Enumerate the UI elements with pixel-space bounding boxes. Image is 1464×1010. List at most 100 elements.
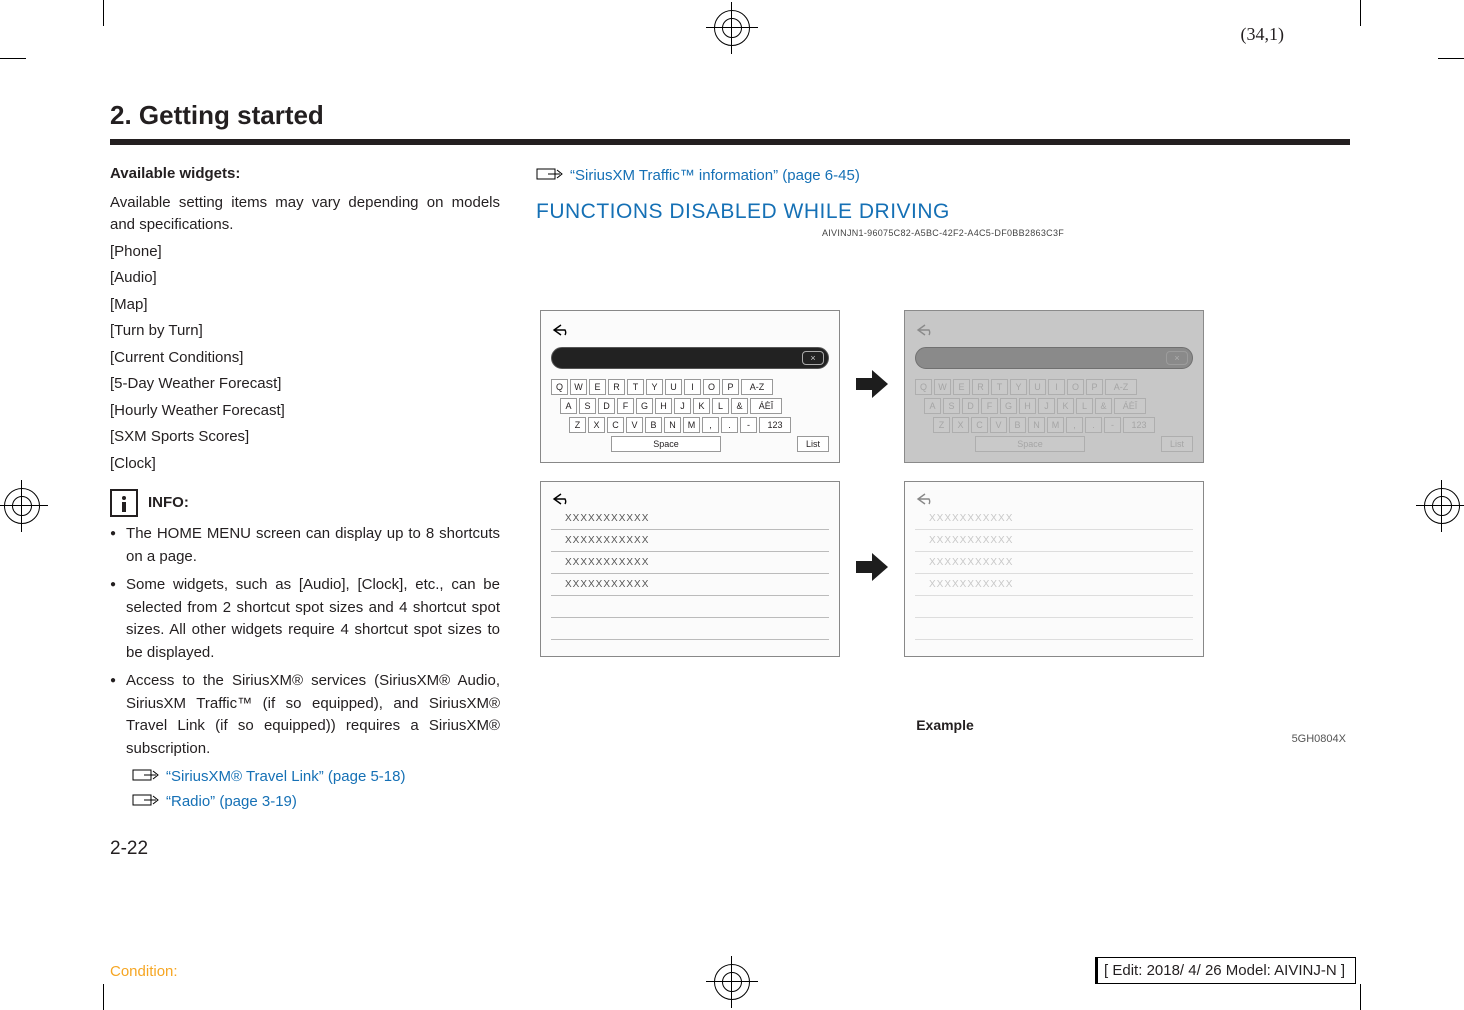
key: Z: [933, 417, 950, 433]
bullet-item: The HOME MENU screen can display up to 8…: [126, 523, 500, 568]
key: F: [617, 398, 634, 414]
key: I: [1048, 379, 1065, 395]
clear-icon: ×: [802, 351, 824, 365]
arrow-right-icon: [854, 368, 890, 405]
page-body: 2. Getting started Available widgets: Av…: [110, 100, 1350, 860]
key: A-Z: [1105, 379, 1137, 395]
body-text: Available setting items may vary dependi…: [110, 192, 500, 237]
key: H: [655, 398, 672, 414]
list-panel-enabled: XXXXXXXXXXX XXXXXXXXXXX XXXXXXXXXXX XXXX…: [540, 481, 840, 657]
key: S: [579, 398, 596, 414]
list-row: .: [915, 596, 1193, 618]
key: C: [607, 417, 624, 433]
list-item: [5-Day Weather Forecast]: [110, 373, 500, 396]
crop-mark: [1438, 58, 1464, 59]
xref-link: “SiriusXM® Travel Link” (page 5-18): [166, 766, 405, 789]
cross-reference: “SiriusXM® Travel Link” (page 5-18): [132, 766, 500, 789]
text-input: ×: [915, 347, 1193, 369]
info-label: INFO:: [148, 492, 189, 515]
hand-pointer-icon: [132, 791, 160, 809]
key: K: [1057, 398, 1074, 414]
bullet-list: The HOME MENU screen can display up to 8…: [110, 523, 500, 760]
list-item: [Current Conditions]: [110, 347, 500, 370]
list-item: [Map]: [110, 294, 500, 317]
back-arrow-icon: [551, 323, 573, 337]
cross-reference: “SiriusXM Traffic™ information” (page 6-…: [536, 165, 1350, 188]
list-row: XXXXXXXXXXX: [551, 508, 829, 530]
list-row: XXXXXXXXXXX: [551, 530, 829, 552]
crop-mark: [103, 984, 104, 1010]
onscreen-keyboard: QWERTYUIOPA-Z ASDFGHJKL&ÁÈÎ ZXCVBNM,.-12…: [551, 379, 829, 452]
key: O: [1067, 379, 1084, 395]
key: T: [627, 379, 644, 395]
list-row: XXXXXXXXXXX: [551, 552, 829, 574]
bullet-item: Access to the SiriusXM® services (Sirius…: [126, 670, 500, 760]
key: H: [1019, 398, 1036, 414]
registration-mark: [1416, 480, 1464, 532]
section-heading: FUNCTIONS DISABLED WHILE DRIVING: [536, 196, 1350, 228]
key: N: [1028, 417, 1045, 433]
crop-mark: [1360, 0, 1361, 26]
subheading: Available widgets:: [110, 163, 500, 186]
key: 123: [759, 417, 791, 433]
text-input: ×: [551, 347, 829, 369]
key: &: [1095, 398, 1112, 414]
xref-link: “SiriusXM Traffic™ information” (page 6-…: [570, 165, 860, 188]
list-row: XXXXXXXXXXX: [915, 552, 1193, 574]
key: Y: [646, 379, 663, 395]
keyboard-panel-enabled: × QWERTYUIOPA-Z ASDFGHJKL&ÁÈÎ ZXCVBNM,.-…: [540, 310, 840, 463]
key: J: [1038, 398, 1055, 414]
page-number: 2-22: [110, 838, 148, 860]
list-panel-disabled: XXXXXXXXXXX XXXXXXXXXXX XXXXXXXXXXX XXXX…: [904, 481, 1204, 657]
list-row: XXXXXXXXXXX: [915, 530, 1193, 552]
key: -: [740, 417, 757, 433]
list-row: .: [551, 618, 829, 640]
list-row: .: [551, 596, 829, 618]
figure: × QWERTYUIOPA-Z ASDFGHJKL&ÁÈÎ ZXCVBNM,.-…: [540, 310, 1350, 745]
condition-label: Condition:: [110, 963, 178, 980]
key: Y: [1010, 379, 1027, 395]
key: ,: [1066, 417, 1083, 433]
key: G: [1000, 398, 1017, 414]
list-item: [Audio]: [110, 267, 500, 290]
crop-mark: [0, 58, 26, 59]
key: E: [953, 379, 970, 395]
key: .: [1085, 417, 1102, 433]
key: S: [943, 398, 960, 414]
key: R: [972, 379, 989, 395]
list-item: [Hourly Weather Forecast]: [110, 400, 500, 423]
crop-mark: [1360, 984, 1361, 1010]
key: P: [722, 379, 739, 395]
key: V: [626, 417, 643, 433]
key: L: [1076, 398, 1093, 414]
list-item: [SXM Sports Scores]: [110, 426, 500, 449]
key: M: [683, 417, 700, 433]
key: -: [1104, 417, 1121, 433]
xref-link: “Radio” (page 3-19): [166, 791, 297, 814]
registration-mark: [706, 956, 758, 1008]
back-arrow-icon: [551, 492, 573, 506]
key: D: [598, 398, 615, 414]
list-row: XXXXXXXXXXX: [551, 574, 829, 596]
key: M: [1047, 417, 1064, 433]
back-arrow-icon: [915, 492, 937, 506]
key: R: [608, 379, 625, 395]
key: ÁÈÎ: [750, 398, 782, 414]
key: E: [589, 379, 606, 395]
key: Q: [915, 379, 932, 395]
figure-caption: Example: [540, 717, 1350, 733]
key: .: [721, 417, 738, 433]
sheet-number: (34,1): [1241, 24, 1285, 45]
list-item: [Phone]: [110, 241, 500, 264]
info-icon: [110, 489, 138, 517]
key: A: [560, 398, 577, 414]
key: N: [664, 417, 681, 433]
key: A: [924, 398, 941, 414]
key: V: [990, 417, 1007, 433]
key: Z: [569, 417, 586, 433]
key: J: [674, 398, 691, 414]
list-row: XXXXXXXXXXX: [915, 574, 1193, 596]
key: W: [570, 379, 587, 395]
key: D: [962, 398, 979, 414]
key: U: [1029, 379, 1046, 395]
